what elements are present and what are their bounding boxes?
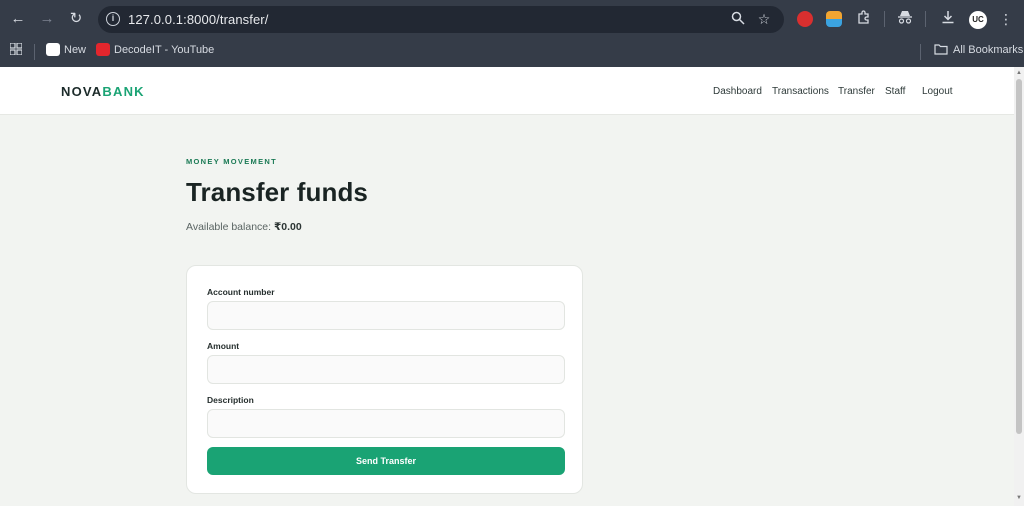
extension-adblock-icon[interactable] (797, 11, 813, 27)
amount-label: Amount (207, 341, 240, 351)
bookmarks-divider (34, 44, 35, 60)
extension-color-icon[interactable] (826, 11, 842, 27)
amount-input[interactable] (207, 355, 565, 384)
balance-label: Available balance: (186, 221, 274, 233)
browser-chrome: ← → ↻ i 127.0.0.1:8000/transfer/ ☆ UC ⋮ (0, 0, 1024, 67)
description-label: Description (207, 395, 254, 405)
scrollbar-thumb[interactable] (1016, 79, 1022, 434)
forward-arrow-icon[interactable]: → (38, 10, 56, 28)
bookmark-new[interactable]: New (64, 43, 86, 57)
account-number-input[interactable] (207, 301, 565, 330)
description-input[interactable] (207, 409, 565, 438)
scroll-down-icon[interactable]: ▼ (1016, 495, 1022, 501)
logo-accent: BANK (102, 84, 145, 99)
send-transfer-button[interactable]: Send Transfer (207, 447, 565, 475)
reload-icon[interactable]: ↻ (67, 10, 85, 28)
nav-staff[interactable]: Staff (885, 86, 905, 97)
more-menu-icon[interactable]: ⋮ (997, 10, 1015, 28)
uc-icon (46, 43, 60, 56)
toolbar-divider (925, 11, 926, 27)
page-scrollbar[interactable]: ▲ ▼ (1014, 67, 1024, 506)
bookmarks-divider (920, 44, 921, 60)
section-eyebrow: MONEY MOVEMENT (186, 157, 277, 166)
apps-grid-icon[interactable] (7, 41, 25, 59)
logo-primary: NOVA (61, 84, 103, 99)
download-icon[interactable] (939, 10, 957, 28)
bookmarks-bar: New DecodeIT - YouTube All Bookmarks (0, 38, 1024, 67)
nav-transactions[interactable]: Transactions (772, 86, 829, 97)
back-arrow-icon[interactable]: ← (9, 10, 27, 28)
bookmark-decodeit-youtube[interactable]: DecodeIT - YouTube (114, 43, 214, 57)
available-balance: Available balance: ₹0.00 (186, 221, 302, 233)
balance-value: ₹0.00 (273, 221, 302, 233)
address-url[interactable]: 127.0.0.1:8000/transfer/ (128, 12, 268, 27)
extensions-puzzle-icon[interactable] (855, 10, 873, 28)
toolbar-divider (884, 11, 885, 27)
account-number-label: Account number (207, 287, 275, 297)
browser-toolbar: ← → ↻ i 127.0.0.1:8000/transfer/ ☆ UC ⋮ (0, 0, 1024, 38)
folder-icon (932, 41, 950, 59)
transfer-form-card: Account number Amount Description Send T… (186, 265, 583, 494)
bookmark-star-icon[interactable]: ☆ (756, 11, 772, 27)
youtube-icon (96, 43, 110, 56)
nav-dashboard[interactable]: Dashboard (713, 86, 762, 97)
nav-logout[interactable]: Logout (922, 86, 953, 97)
site-header: NOVABANK Dashboard Transactions Transfer… (0, 67, 1014, 115)
page-content: NOVABANK Dashboard Transactions Transfer… (0, 67, 1014, 506)
all-bookmarks-link[interactable]: All Bookmarks (953, 43, 1023, 57)
address-bar[interactable]: i 127.0.0.1:8000/transfer/ ☆ (98, 6, 784, 33)
site-logo[interactable]: NOVABANK (61, 84, 145, 99)
nav-transfer[interactable]: Transfer (838, 86, 875, 97)
incognito-icon[interactable] (896, 10, 914, 28)
site-info-icon[interactable]: i (106, 12, 120, 26)
scroll-up-icon[interactable]: ▲ (1016, 70, 1022, 76)
profile-avatar[interactable]: UC (969, 11, 987, 29)
page-title: Transfer funds (186, 177, 368, 207)
zoom-icon[interactable] (730, 11, 746, 27)
